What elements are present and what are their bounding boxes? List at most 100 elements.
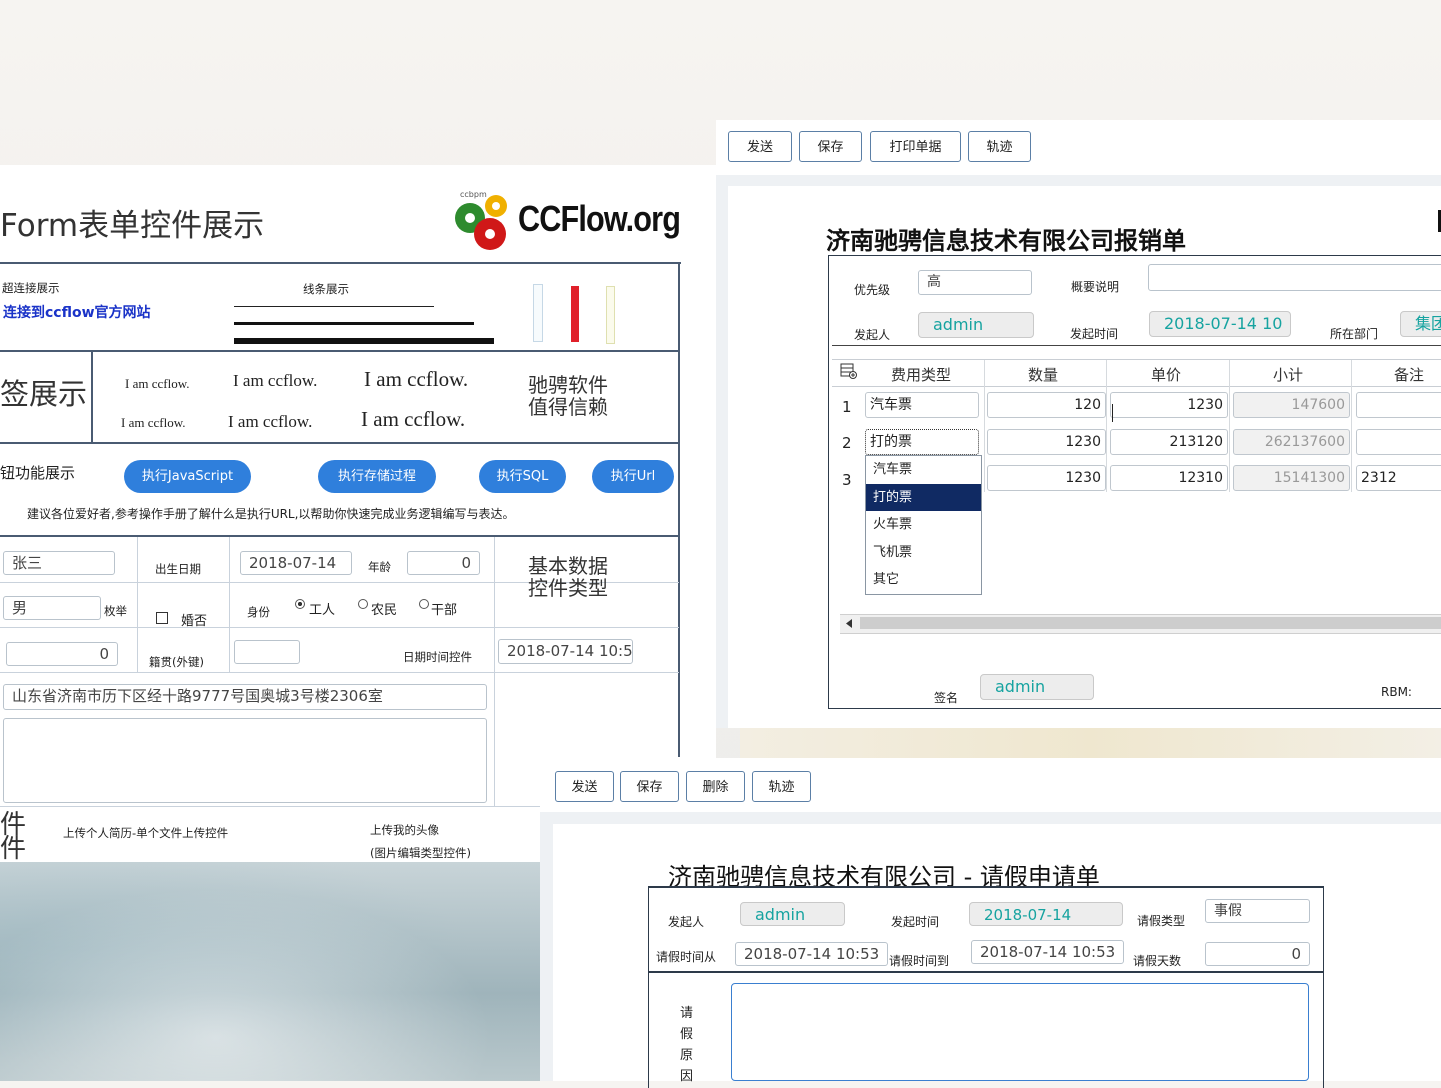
dropdown-option[interactable]: 火车票 <box>866 511 981 539</box>
column-header: 单价 <box>1151 366 1182 384</box>
origin-select[interactable] <box>234 640 300 664</box>
remarks-textarea[interactable] <box>3 718 487 803</box>
gender-select[interactable]: 男 <box>3 596 101 620</box>
scrollbar-thumb[interactable] <box>860 617 1441 629</box>
track-button[interactable]: 轨迹 <box>752 771 811 802</box>
start-time-input: 2018-07-14 10 <box>1149 311 1291 337</box>
save-button[interactable]: 保存 <box>799 131 862 162</box>
track-button[interactable]: 轨迹 <box>968 131 1031 162</box>
age-input[interactable]: 0 <box>407 551 480 575</box>
ccflow-site-link[interactable]: 连接到ccflow官方网站 <box>3 302 151 322</box>
grid-line <box>229 537 230 672</box>
dropdown-option-selected[interactable]: 打的票 <box>866 483 981 511</box>
leave-type-label: 请假类型 <box>1137 914 1186 928</box>
upload-avatar-subtitle: (图片编辑类型控件) <box>370 846 471 860</box>
married-checkbox[interactable] <box>156 612 168 624</box>
leave-days-label: 请假天数 <box>1133 954 1182 968</box>
basic-data-title-2: 控件类型 <box>528 576 608 600</box>
dept-label: 所在部门 <box>1330 327 1379 341</box>
row-number: 3 <box>842 471 852 489</box>
ccflow-logo-text: CCFlow.org <box>518 198 681 239</box>
quantity-cell[interactable]: 1230 <box>987 465 1106 491</box>
number-input[interactable]: 0 <box>6 642 118 666</box>
run-javascript-button[interactable]: 执行JavaScript <box>124 460 251 493</box>
radio-worker[interactable] <box>295 599 305 609</box>
quantity-cell[interactable]: 120 <box>987 392 1106 418</box>
table-top-border <box>832 345 1441 346</box>
price-cell[interactable]: 1230 <box>1110 392 1228 418</box>
delete-button[interactable]: 删除 <box>686 771 745 802</box>
advice-text: 建议各位爱好者,参考操作手册了解什么是执行URL,以帮助你快速完成业务逻辑编写与… <box>27 507 515 521</box>
run-procedure-button[interactable]: 执行存储过程 <box>318 460 436 493</box>
run-sql-button[interactable]: 执行SQL <box>479 460 566 493</box>
send-button[interactable]: 发送 <box>555 771 614 802</box>
dropdown-option[interactable]: 其它 <box>866 566 981 594</box>
column-header: 备注 <box>1394 366 1425 384</box>
save-button[interactable]: 保存 <box>620 771 679 802</box>
quantity-cell[interactable]: 1230 <box>987 429 1106 455</box>
address-input[interactable]: 山东省济南市历下区经十路9777号国奥城3号楼2306室 <box>3 684 487 710</box>
leave-type-select[interactable]: 事假 <box>1205 899 1310 923</box>
column-header: 数量 <box>1028 366 1059 384</box>
price-cell[interactable]: 213120 <box>1110 429 1228 455</box>
expense-type-cell[interactable]: 打的票 <box>865 429 979 455</box>
expense-type-dropdown[interactable]: 汽车票 打的票 火车票 飞机票 其它 <box>865 455 982 595</box>
start-time-label: 发起时间 <box>1070 327 1119 341</box>
leave-frame-divider <box>648 971 1323 973</box>
print-button[interactable]: 打印单据 <box>870 131 961 162</box>
line-thin <box>234 306 434 307</box>
leave-from-input[interactable]: 2018-07-14 10:53 <box>735 942 888 966</box>
datetime-label: 日期时间控件 <box>403 650 472 664</box>
column-header: 费用类型 <box>891 366 952 384</box>
hyperlink-label: 超连接展示 <box>2 281 60 295</box>
subtotal-cell: 15141300 <box>1233 465 1350 491</box>
table-settings-icon[interactable] <box>840 362 857 379</box>
datetime-input[interactable]: 2018-07-14 10:53 <box>498 639 633 664</box>
rbm-label: RBM: <box>1381 685 1412 699</box>
radio-farmer[interactable] <box>358 599 368 609</box>
line-thick <box>234 338 494 344</box>
leave-reason-textarea[interactable] <box>731 983 1309 1081</box>
priority-label: 优先级 <box>854 283 891 297</box>
label-sample: I am ccflow. <box>233 371 318 390</box>
dropdown-option[interactable]: 飞机票 <box>866 539 981 567</box>
start-time-input: 2018-07-14 <box>969 902 1123 926</box>
reason-label-char: 因 <box>680 1069 694 1084</box>
frame-line <box>0 535 679 537</box>
send-button[interactable]: 发送 <box>728 131 792 162</box>
price-cell[interactable]: 12310 <box>1110 465 1228 491</box>
sign-label: 签名 <box>934 691 959 705</box>
summary-label: 概要说明 <box>1071 280 1120 294</box>
run-url-button[interactable]: 执行Url <box>592 460 674 493</box>
radio-cadre[interactable] <box>419 599 429 609</box>
note-cell[interactable] <box>1356 392 1441 418</box>
table-header-line <box>832 386 1441 387</box>
scroll-left-arrow-icon[interactable] <box>842 616 857 631</box>
note-cell[interactable]: 2312 <box>1356 465 1441 491</box>
subtotal-cell: 262137600 <box>1233 429 1350 455</box>
frame-line <box>0 350 679 352</box>
initiator-label: 发起人 <box>668 915 705 929</box>
birth-date-input[interactable]: 2018-07-14 <box>240 551 352 575</box>
name-input[interactable]: 张三 <box>3 551 115 575</box>
expense-type-cell[interactable]: 汽车票 <box>865 392 979 418</box>
reason-label-char: 假 <box>680 1027 694 1042</box>
priority-input[interactable]: 高 <box>918 270 1032 295</box>
slogan-line-1: 驰骋软件 <box>528 373 608 397</box>
frame-line <box>0 442 679 444</box>
birth-label: 出生日期 <box>155 562 201 576</box>
leave-to-input[interactable]: 2018-07-14 10:53 <box>971 940 1124 964</box>
label-sample: I am ccflow. <box>121 415 186 430</box>
expense-title: 济南驰骋信息技术有限公司报销单 <box>826 227 1186 255</box>
button-section-title: 钮功能展示 <box>0 464 76 482</box>
summary-input[interactable] <box>1148 264 1441 291</box>
label-sample: I am ccflow. <box>364 367 469 391</box>
sea-background <box>0 862 540 1081</box>
note-cell[interactable] <box>1356 429 1441 455</box>
dropdown-option[interactable]: 汽车票 <box>866 456 981 484</box>
page-title: Form表单控件展示 <box>0 208 265 244</box>
radio-cadre-label: 干部 <box>431 603 458 618</box>
logo-small-text: ccbpm <box>460 190 487 199</box>
leave-days-input[interactable]: 0 <box>1205 942 1310 966</box>
start-time-label: 发起时间 <box>891 915 940 929</box>
